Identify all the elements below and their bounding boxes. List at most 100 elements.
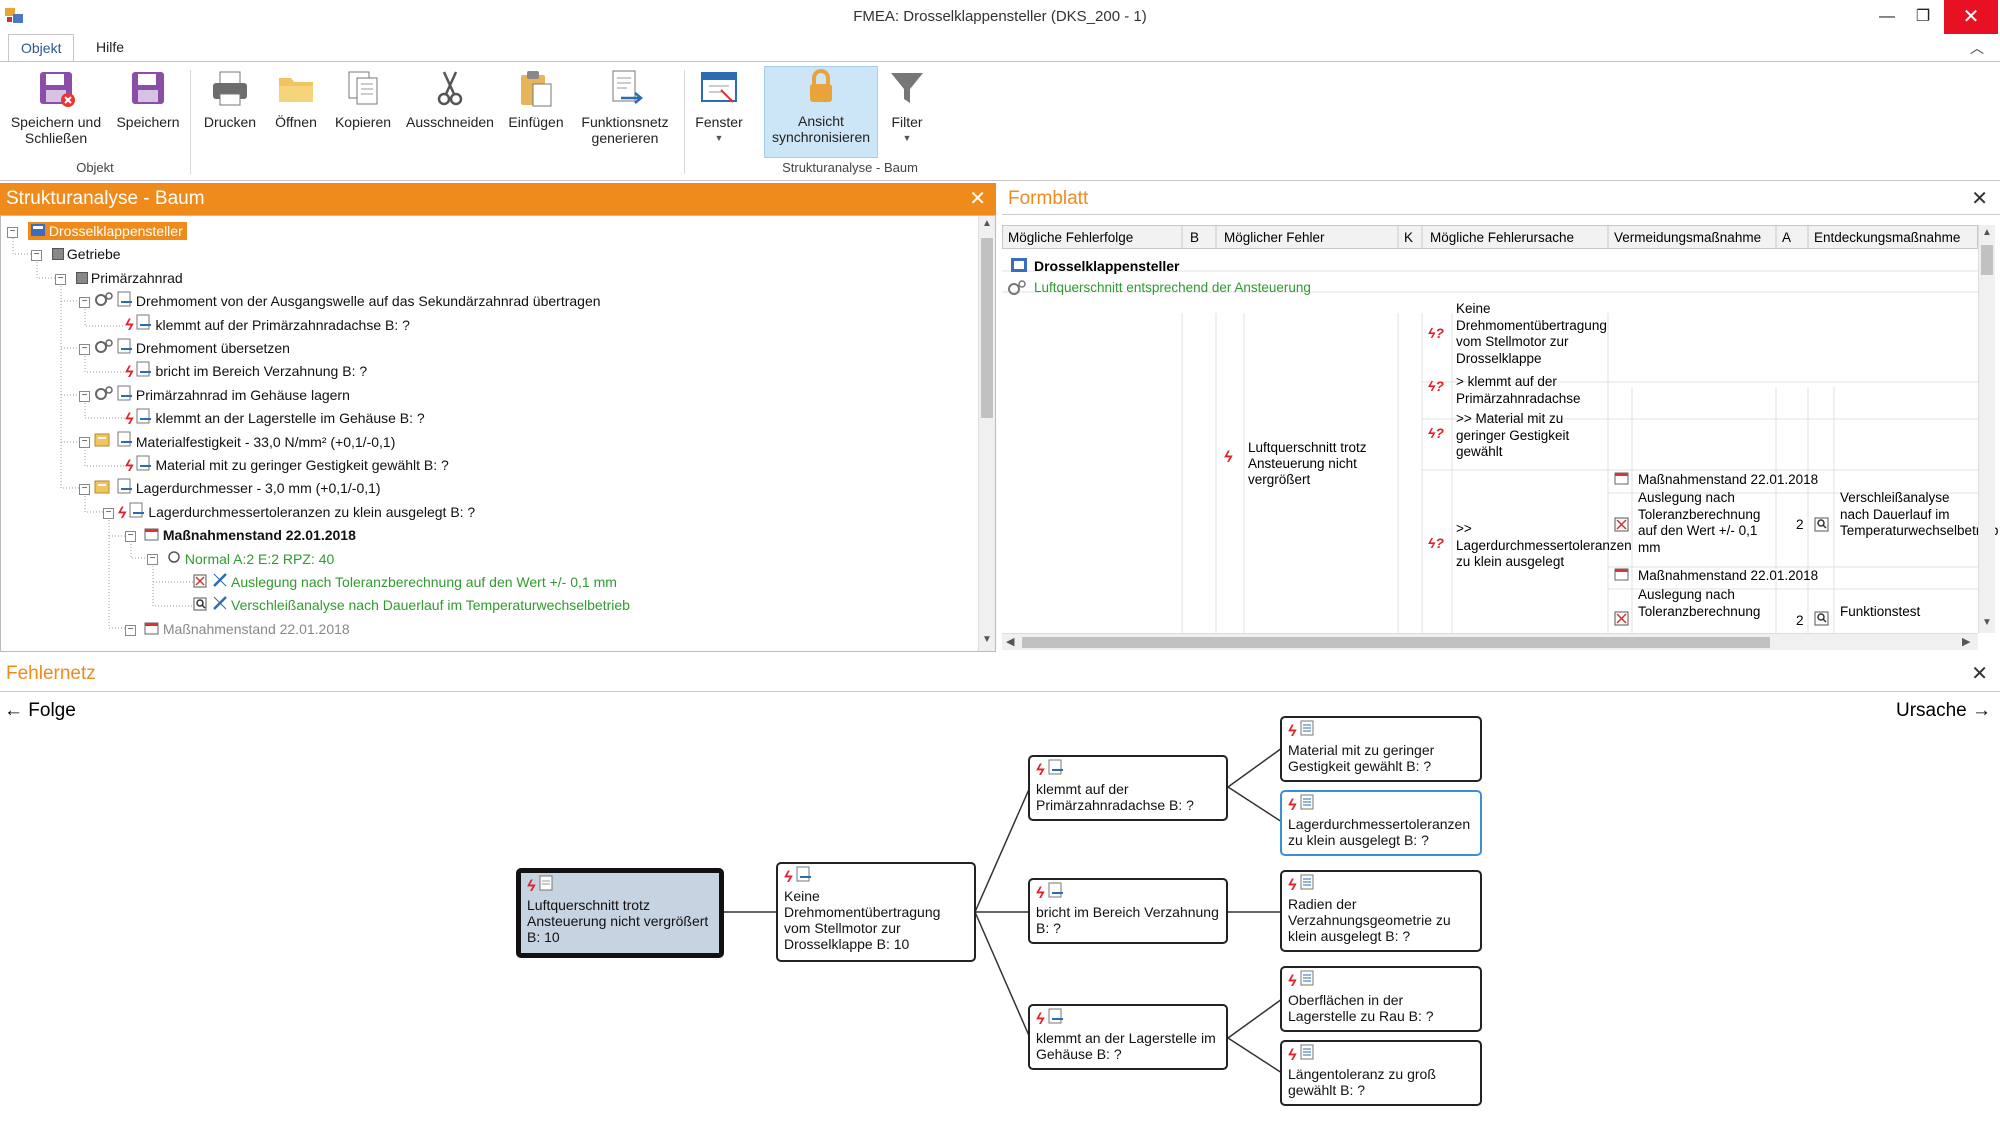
net-node[interactable]: ϟ Radien der Verzahnungsgeometrie zu kle… (1280, 870, 1482, 952)
scroll-thumb[interactable] (1022, 637, 1770, 648)
node-label: Lagerdurchmessertoleranzen zu klein ausg… (1288, 816, 1471, 848)
scissors-icon (437, 71, 463, 106)
form-hscrollbar[interactable]: ◀ ▶ (1002, 633, 1978, 650)
cause-icon: ϟ? (1428, 378, 1444, 394)
scroll-up-icon[interactable]: ▲ (1982, 227, 1992, 238)
open-label: Öffnen (275, 114, 317, 130)
window-label: Fenster (695, 114, 743, 130)
failure-icon: ϟ (1288, 723, 1297, 740)
net-node[interactable]: ϟ Material mit zu geringer Gestigkeit ge… (1280, 716, 1482, 782)
scroll-up-icon[interactable]: ▲ (982, 218, 992, 229)
cause-icon: ϟ? (1428, 425, 1444, 441)
characteristic-icon (1300, 970, 1316, 989)
print-button[interactable]: Drucken (198, 68, 262, 158)
cause-icon: ϟ? (1428, 325, 1444, 341)
paste-button[interactable]: Einfügen (502, 68, 570, 158)
node-label: Radien der Verzahnungsgeometrie zu klein… (1288, 896, 1451, 944)
save-close-icon (40, 72, 75, 107)
form-ursache[interactable]: >> Material mit zu geringer Gestigkeit g… (1456, 411, 1606, 461)
scroll-thumb[interactable] (981, 238, 993, 418)
node-label: bricht im Bereich Verzahnung B: ? (1036, 904, 1219, 936)
node-label: Längentoleranz zu groß gewählt B: ? (1288, 1066, 1436, 1098)
form-ursache[interactable]: >> Lagerdurchmessertoleranzen zu klein a… (1456, 521, 1632, 571)
net-node[interactable]: ϟ klemmt an der Lagerstelle im Gehäuse B… (1028, 1004, 1228, 1070)
tree-scrollbar[interactable]: ▲ ▼ (978, 216, 995, 651)
failure-icon: ϟ (1036, 1011, 1045, 1028)
ribbon-separator (684, 70, 685, 174)
tree-node-action[interactable]: Verschleißanalyse nach Dauerlauf im Temp… (193, 594, 630, 617)
gear-icon (1006, 279, 1028, 300)
scroll-left-icon[interactable]: ◀ (1006, 635, 1014, 648)
tree-label: Verschleißanalyse nach Dauerlauf im Temp… (231, 597, 630, 614)
characteristic-icon (1300, 874, 1316, 893)
form-function[interactable]: Luftquerschnitt entsprechend der Ansteue… (1034, 280, 1311, 295)
net-panel-header: Fehlernetz ✕ (0, 656, 2000, 692)
form-object[interactable]: Drosselklappensteller (1034, 258, 1180, 274)
filter-button[interactable]: Filter ▼ (884, 68, 930, 158)
window-button[interactable]: Fenster ▼ (690, 68, 748, 158)
tab-objekt[interactable]: Objekt (8, 34, 75, 62)
form-sheet: Mögliche Fehlerfolge B Möglicher Fehler … (1002, 215, 2000, 652)
tree-label: Normal A:2 E:2 RPZ: 40 (184, 550, 335, 567)
calendar-icon (1614, 567, 1630, 584)
copy-button[interactable]: Kopieren (330, 68, 396, 158)
node-label: Oberflächen in der Lagerstelle zu Rau B:… (1288, 992, 1434, 1024)
node-label: klemmt an der Lagerstelle im Gehäuse B: … (1036, 1030, 1216, 1062)
form-massnahmenstand[interactable]: Maßnahmenstand 22.01.2018 (1638, 472, 1818, 487)
form-ursache[interactable]: > klemmt auf der Primärzahnradachse (1456, 374, 1606, 407)
lock-icon (810, 69, 832, 102)
structure-tree: − Drosselklappensteller − Getriebe − Pri… (0, 215, 996, 652)
net-node-focus[interactable]: ϟ Luftquerschnitt trotz Ansteuerung nich… (516, 868, 724, 958)
cut-button[interactable]: Ausschneiden (404, 68, 496, 158)
action-icon (212, 595, 228, 618)
sync-view-button[interactable]: Ansicht synchronisieren (764, 66, 878, 158)
scroll-down-icon[interactable]: ▼ (1982, 617, 1992, 628)
scroll-right-icon[interactable]: ▶ (1962, 635, 1970, 648)
form-a[interactable]: 2 (1796, 517, 1804, 532)
form-fehler[interactable]: Luftquerschnitt trotz Ansteuerung nicht … (1248, 440, 1394, 488)
close-panel-icon[interactable]: ✕ (1971, 656, 1988, 692)
failure-icon: ϟ (1288, 877, 1297, 894)
collapse-ribbon-icon[interactable]: ︿ (1970, 38, 1984, 58)
filter-icon (891, 73, 923, 103)
dropdown-icon: ▼ (714, 133, 724, 143)
struct-panel-header: Strukturanalyse - Baum ✕ (0, 183, 996, 215)
close-panel-icon[interactable]: ✕ (1971, 183, 1988, 215)
form-entdeckung[interactable]: Verschleißanalyse nach Dauerlauf im Temp… (1840, 490, 1998, 540)
ribbon: Speichern und Schließen Speichern Drucke… (0, 61, 2000, 181)
node-label: Keine Drehmomentübertragung vom Stellmot… (784, 888, 941, 952)
form-panel-title: Formblatt (1008, 188, 1089, 209)
object-icon (1010, 257, 1028, 276)
save-button[interactable]: Speichern (112, 68, 184, 158)
form-vermeidung[interactable]: Auslegung nach Toleranzberechnung auf de… (1638, 490, 1772, 556)
scroll-down-icon[interactable]: ▼ (982, 634, 992, 645)
form-vermeidung[interactable]: Auslegung nach Toleranzberechnung (1638, 587, 1772, 631)
save-close-button[interactable]: Speichern und Schließen (6, 68, 106, 158)
folder-icon (279, 78, 313, 102)
net-node[interactable]: ϟ Lagerdurchmessertoleranzen zu klein au… (1280, 790, 1482, 856)
tab-hilfe[interactable]: Hilfe (84, 34, 136, 62)
restore-icon[interactable]: ❐ (1900, 0, 1946, 34)
scroll-thumb[interactable] (1981, 245, 1993, 275)
window-icon (701, 72, 737, 103)
close-panel-icon[interactable]: ✕ (969, 183, 986, 215)
form-vscrollbar[interactable]: ▲ ▼ (1978, 225, 1995, 633)
window-title: FMEA: Drosselklappensteller (DKS_200 - 1… (853, 8, 1147, 25)
open-button[interactable]: Öffnen (266, 68, 326, 158)
net-connectors (722, 747, 1283, 1074)
form-entdeckung[interactable]: Funktionstest (1840, 604, 1920, 619)
form-massnahmenstand[interactable]: Maßnahmenstand 22.01.2018 (1638, 568, 1818, 583)
funcnet-button[interactable]: Funktionsnetz generieren (576, 68, 674, 158)
net-node[interactable]: ϟ Längentoleranz zu groß gewählt B: ? (1280, 1040, 1482, 1106)
filter-label: Filter (891, 114, 923, 130)
net-node[interactable]: ϟ bricht im Bereich Verzahnung B: ? (1028, 878, 1228, 944)
form-a[interactable]: 2 (1796, 613, 1804, 628)
net-node[interactable]: ϟ Oberflächen in der Lagerstelle zu Rau … (1280, 966, 1482, 1032)
tree-node-action[interactable]: Auslegung nach Toleranzberechnung auf de… (193, 571, 617, 594)
form-ursache[interactable]: Keine Drehmomentübertragung vom Stellmot… (1456, 301, 1607, 367)
net-node[interactable]: ϟ klemmt auf der Primärzahnradachse B: ? (1028, 755, 1228, 821)
close-window-button[interactable]: ✕ (1944, 0, 1998, 34)
net-node[interactable]: ϟ Keine Drehmomentübertragung vom Stellm… (776, 862, 976, 962)
function-net-icon (612, 70, 643, 104)
paste-label: Einfügen (508, 114, 564, 130)
